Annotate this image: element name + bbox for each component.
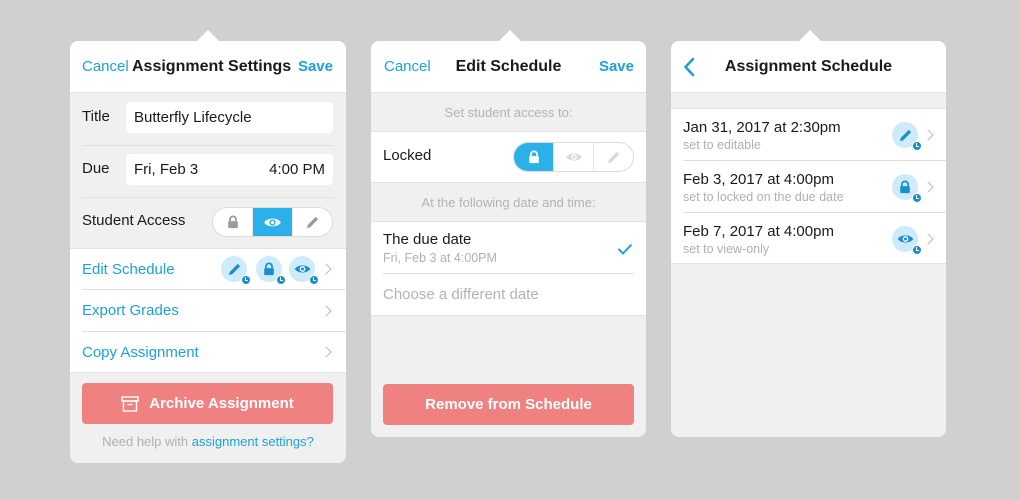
access-editable-option[interactable] <box>594 143 633 171</box>
eye-icon <box>263 216 282 229</box>
lock-icon <box>226 215 240 229</box>
title-input[interactable]: Butterfly Lifecycle <box>126 102 333 133</box>
cancel-button[interactable]: Cancel <box>82 41 129 93</box>
chevron-right-icon <box>320 263 332 275</box>
locked-schedule-badge <box>892 174 922 203</box>
schedule-item[interactable]: Jan 31, 2017 at 2:30pm set to editable <box>671 109 946 161</box>
clock-icon <box>309 275 319 285</box>
clock-icon <box>912 245 922 255</box>
schedule-item-description: set to locked on the due date <box>683 190 844 204</box>
schedule-item-date: Feb 3, 2017 at 4:00pm <box>683 171 834 188</box>
due-date-input[interactable]: Fri, Feb 3 4:00 PM <box>126 154 333 185</box>
assignment-settings-panel: Cancel Assignment Settings Save Title Bu… <box>70 30 346 463</box>
copy-assignment-link[interactable]: Copy Assignment <box>82 344 199 361</box>
lock-icon <box>262 262 276 276</box>
clock-icon <box>912 141 922 151</box>
clock-icon <box>241 275 251 285</box>
due-date-option-label: The due date <box>383 231 472 248</box>
access-editable-option[interactable] <box>293 208 332 236</box>
due-label: Due <box>82 160 110 177</box>
due-date-value: Fri, Feb 3 <box>134 161 199 178</box>
schedule-list: Jan 31, 2017 at 2:30pm set to editable F… <box>671 108 946 264</box>
pencil-icon <box>898 128 913 143</box>
editable-schedule-badge <box>221 256 251 285</box>
chevron-right-icon <box>922 233 934 245</box>
assignment-schedule-panel: Assignment Schedule Jan 31, 2017 at 2:30… <box>671 30 946 437</box>
page-title: Assignment Settings <box>132 58 292 75</box>
divider <box>82 145 334 146</box>
edit-schedule-link[interactable]: Edit Schedule <box>82 261 175 278</box>
access-row-group: Locked <box>371 131 646 183</box>
schedule-item[interactable]: Feb 7, 2017 at 4:00pm set to view-only <box>671 213 946 264</box>
pencil-icon <box>305 215 320 230</box>
pencil-icon <box>606 150 621 165</box>
help-prefix: Need help with <box>102 434 192 449</box>
access-locked-option[interactable] <box>213 208 253 236</box>
archive-assignment-label: Archive Assignment <box>149 395 294 412</box>
choose-different-date-option[interactable]: Choose a different date <box>371 274 646 316</box>
schedule-header: Assignment Schedule <box>671 41 946 93</box>
date-section-caption: At the following date and time: <box>421 195 596 210</box>
lock-icon <box>527 150 541 164</box>
due-time-value: 4:00 PM <box>269 161 325 178</box>
save-button[interactable]: Save <box>298 41 333 93</box>
lock-icon <box>898 180 912 194</box>
edit-schedule-header: Cancel Edit Schedule Save <box>371 41 646 93</box>
remove-from-schedule-label: Remove from Schedule <box>425 396 592 413</box>
due-date-option[interactable]: The due date Fri, Feb 3 at 4:00PM <box>371 222 646 274</box>
save-button[interactable]: Save <box>599 41 634 93</box>
access-locked-option[interactable] <box>514 143 554 171</box>
student-access-segmented-control[interactable] <box>212 207 333 237</box>
view-only-schedule-badge <box>892 226 922 255</box>
access-segmented-control[interactable] <box>513 142 634 172</box>
checkmark-icon <box>617 243 633 255</box>
access-view-only-option[interactable] <box>554 143 594 171</box>
eye-icon <box>897 233 914 245</box>
help-text: Need help with assignment settings? <box>70 434 346 449</box>
title-label: Title <box>82 108 110 125</box>
choose-different-date-label: Choose a different date <box>383 286 539 303</box>
chevron-right-icon <box>922 129 934 141</box>
settings-header: Cancel Assignment Settings Save <box>70 41 346 93</box>
chevron-right-icon <box>922 181 934 193</box>
schedule-item-description: set to editable <box>683 138 761 152</box>
divider <box>82 197 334 198</box>
edit-schedule-row[interactable]: Edit Schedule <box>70 249 346 290</box>
export-grades-link[interactable]: Export Grades <box>82 302 179 319</box>
remove-from-schedule-button[interactable]: Remove from Schedule <box>383 384 634 425</box>
schedule-item-date: Feb 7, 2017 at 4:00pm <box>683 223 834 240</box>
eye-icon <box>294 263 311 275</box>
chevron-right-icon <box>320 305 332 317</box>
page-title: Assignment Schedule <box>724 58 893 75</box>
edit-schedule-panel: Cancel Edit Schedule Save Set student ac… <box>371 30 646 437</box>
due-date-option-detail: Fri, Feb 3 at 4:00PM <box>383 251 497 265</box>
student-access-label: Student Access <box>82 212 186 229</box>
date-options-list: The due date Fri, Feb 3 at 4:00PM Choose… <box>371 221 646 316</box>
clock-icon <box>912 193 922 203</box>
access-view-only-option[interactable] <box>253 208 293 236</box>
access-state-label: Locked <box>383 147 432 164</box>
archive-assignment-button[interactable]: Archive Assignment <box>82 383 333 424</box>
pencil-icon <box>227 262 242 277</box>
archive-box-icon <box>121 396 139 412</box>
export-grades-row[interactable]: Export Grades <box>70 290 346 332</box>
view-only-schedule-badge <box>289 256 319 285</box>
settings-menu: Edit Schedule Export Grades Copy Assignm… <box>70 248 346 373</box>
editable-schedule-badge <box>892 122 922 151</box>
schedule-item-description: set to view-only <box>683 242 770 256</box>
access-section-caption: Set student access to: <box>444 105 573 120</box>
clock-icon <box>276 275 286 285</box>
schedule-item-date: Jan 31, 2017 at 2:30pm <box>683 119 841 136</box>
chevron-right-icon <box>320 346 332 358</box>
locked-schedule-badge <box>256 256 286 285</box>
assignment-settings-help-link[interactable]: assignment settings? <box>192 434 314 449</box>
copy-assignment-row[interactable]: Copy Assignment <box>70 332 346 373</box>
schedule-item[interactable]: Feb 3, 2017 at 4:00pm set to locked on t… <box>671 161 946 213</box>
eye-icon <box>565 151 583 163</box>
